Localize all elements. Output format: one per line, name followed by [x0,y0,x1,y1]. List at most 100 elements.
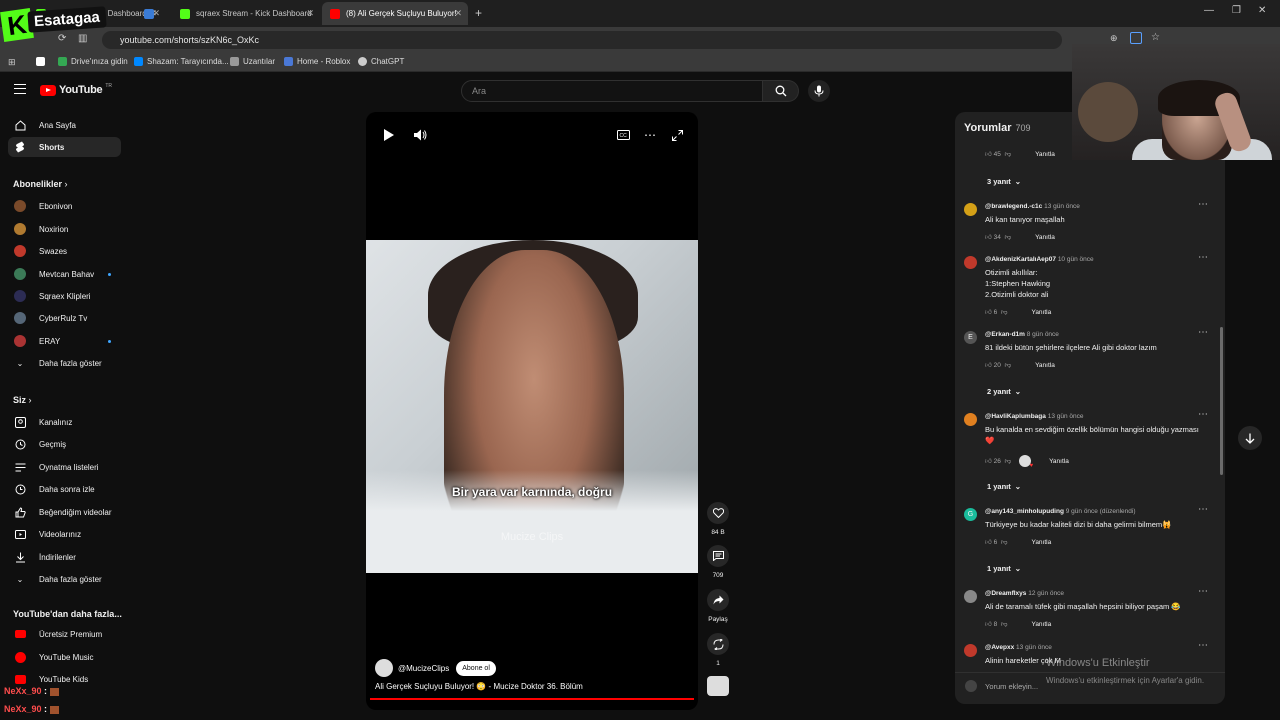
sidebar-item-home[interactable]: Ana Sayfa [8,115,121,135]
fullscreen-button[interactable] [668,126,686,144]
avatar[interactable] [964,644,977,657]
thumbs-down-icon[interactable]: 👎︎ [1001,538,1008,546]
sidebar-sub-noxirion[interactable]: Noxirion [8,219,121,239]
reply-button[interactable]: Yanıtla [1035,234,1055,241]
sidebar-item-downloads[interactable]: İndirilenler [8,547,121,567]
sidebar-sub-swazes[interactable]: Swazes [8,241,121,261]
sound-thumbnail[interactable] [707,676,729,696]
comments-action[interactable]: 709 [706,545,730,579]
channel-name[interactable]: @MucizeClips [398,664,449,673]
avatar[interactable] [964,203,977,216]
new-tab-button[interactable]: + [475,6,482,20]
channel-avatar[interactable] [375,659,393,677]
reply-button[interactable]: Yanıtla [1031,539,1051,546]
replies-toggle[interactable]: 3 yanıt ⌄ [987,177,1021,186]
subscriptions-header[interactable]: Abonelikler › [13,179,68,189]
like-action[interactable]: 84 B [706,502,730,536]
video-progress-bar[interactable] [370,698,694,700]
sidebar-item-liked[interactable]: Beğendiğim videolar [8,502,121,522]
sidebar-item-history[interactable]: Geçmiş [8,434,121,454]
bookmark-a-icon[interactable] [36,57,45,66]
sidebar-item-your-channel[interactable]: Kanalınız [8,412,121,432]
reply-button[interactable]: Yanıtla [1035,362,1055,369]
more-options-icon[interactable]: ⋯ [1198,199,1208,210]
avatar[interactable]: E [964,331,977,344]
sidebar-show-more-subs[interactable]: ⌄ Daha fazla göster [8,353,121,373]
sidebar-sub-cyberrulz[interactable]: CyberRulz Tv [8,308,121,328]
sidebar-sub-eray[interactable]: ERAY [8,331,121,351]
bookmark-shazam[interactable]: Shazam: Tarayıcında... [134,57,229,66]
thumbs-down-icon[interactable]: 👎︎ [1001,308,1008,316]
share-button[interactable] [707,589,729,611]
subscribe-button[interactable]: Abone ol [456,660,496,676]
avatar[interactable]: G [964,508,977,521]
bookmark-star-icon[interactable]: ☆ [1151,32,1160,43]
bookmark-chatgpt[interactable]: ChatGPT [358,57,404,66]
more-options-icon[interactable]: ⋯ [1198,586,1208,597]
comments-scrollbar[interactable] [1220,327,1223,475]
close-icon[interactable]: ✕ [306,8,314,19]
tab-blank[interactable]: ✕ [136,2,166,25]
reply-button[interactable]: Yanıtla [1031,309,1051,316]
share-action[interactable]: Paylaş [706,589,730,623]
play-button[interactable] [380,126,398,144]
url-field[interactable]: youtube.com/shorts/szKN6c_OxKc [102,31,1062,49]
thumbs-down-icon[interactable]: 👎︎ [1004,457,1011,465]
apps-grid-icon[interactable]: ⊞ [8,57,16,68]
thumbs-down-icon[interactable]: 👎︎ [1004,361,1011,369]
sidebar-show-more-you[interactable]: ⌄ Daha fazla göster [8,569,121,589]
bookmark-drive[interactable]: Drive'ınıza gidin [58,57,128,66]
thumbs-down-icon[interactable]: 👎︎ [1004,233,1011,241]
minimize-button[interactable]: — [1204,5,1214,16]
comment-author[interactable]: @Dreamflxys [985,590,1026,597]
reply-button[interactable]: Yanıtla [1049,458,1069,465]
tab-sqraex-stream[interactable]: sqraex Stream - Kick Dashboard ✕ [172,2,320,25]
menu-icon[interactable] [14,84,26,94]
sidebar-item-playlists[interactable]: Oynatma listeleri [8,457,121,477]
captions-button[interactable]: CC [614,126,632,144]
thumbs-up-icon[interactable]: 👍︎ [985,457,992,465]
search-button[interactable] [763,80,799,102]
thumbs-down-icon[interactable]: 👎︎ [1001,620,1008,628]
remix-button[interactable] [707,633,729,655]
close-icon[interactable]: ✕ [152,8,160,19]
search-input[interactable]: Ara [461,80,763,102]
thumbs-up-icon[interactable]: 👍︎ [985,150,992,158]
thumbs-up-icon[interactable]: 👍︎ [985,538,992,546]
comment-author[interactable]: @any143_minholupuding [985,508,1064,515]
comments-button[interactable] [707,545,729,567]
next-short-button[interactable] [1238,426,1262,450]
more-options-icon[interactable]: ⋯ [1198,409,1208,420]
sidebar-item-music[interactable]: YouTube Music [8,647,121,667]
avatar[interactable] [964,256,977,269]
bookmark-roblox[interactable]: Home - Roblox [284,57,350,66]
bookmark-extensions[interactable]: Uzantılar [230,57,275,66]
thumbs-up-icon[interactable]: 👍︎ [985,233,992,241]
comment-author[interactable]: @AkdenizKartalıAep07 [985,256,1056,263]
replies-toggle[interactable]: 2 yanıt ⌄ [987,387,1021,396]
replies-toggle[interactable]: 1 yanıt ⌄ [987,564,1021,573]
more-options-icon[interactable]: ⋯ [1198,327,1208,338]
close-window-button[interactable]: ✕ [1258,5,1266,16]
like-button[interactable] [707,502,729,524]
comment-author[interactable]: @brawlegend.-c1c [985,203,1042,210]
thumbs-up-icon[interactable]: 👍︎ [985,361,992,369]
maximize-button[interactable]: ❐ [1232,5,1241,16]
remix-action[interactable]: 1 [706,633,730,667]
sidebar-item-your-videos[interactable]: Videolarınız [8,524,121,544]
more-options-icon[interactable]: ⋯ [1198,504,1208,515]
you-header[interactable]: Siz › [13,395,32,405]
thumbs-down-icon[interactable]: 👎︎ [1004,150,1011,158]
comment-author[interactable]: @Avepxx [985,644,1014,651]
video-frame[interactable] [366,240,698,573]
sidebar-sub-sqraex[interactable]: Sqraex Klipleri [8,286,121,306]
reply-button[interactable]: Yanıtla [1031,621,1051,628]
volume-button[interactable] [411,126,429,144]
sidebar-item-shorts[interactable]: Shorts [8,137,121,157]
thumbs-up-icon[interactable]: 👍︎ [985,308,992,316]
avatar[interactable] [964,590,977,603]
youtube-logo[interactable]: YouTube TR [40,83,112,96]
close-icon[interactable]: ✕ [454,8,462,19]
reply-button[interactable]: Yanıtla [1035,151,1055,158]
more-options-icon[interactable]: ⋯ [1198,640,1208,651]
